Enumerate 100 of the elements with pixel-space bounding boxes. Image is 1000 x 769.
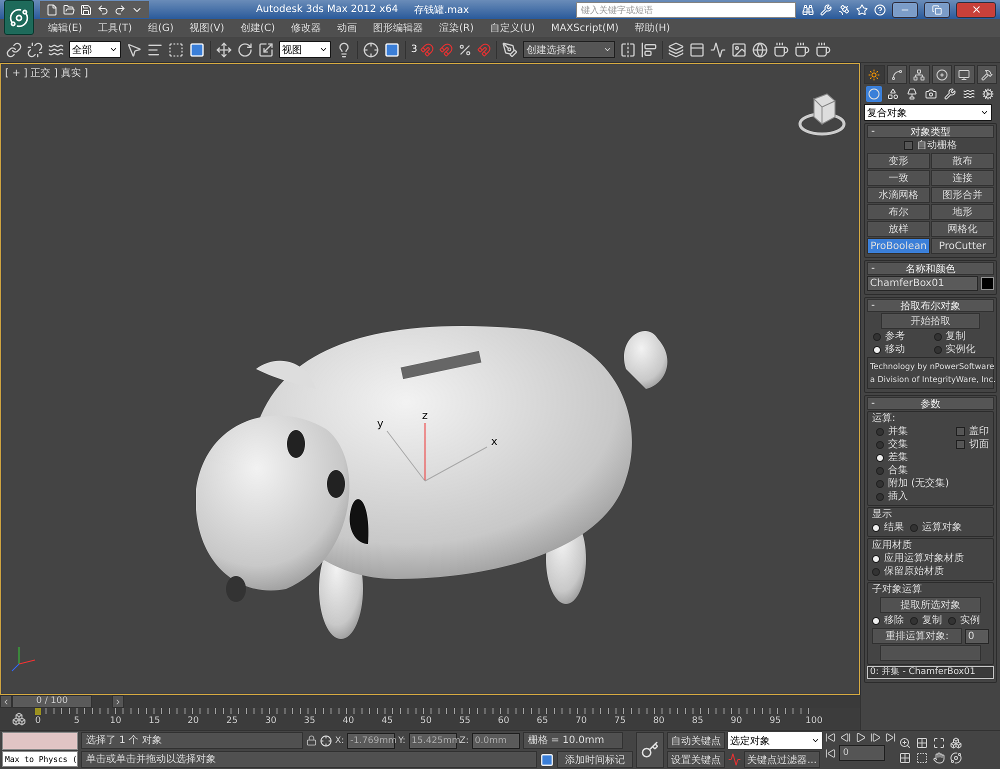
radio-button[interactable]: 保留原始材质	[872, 565, 989, 578]
open-folder-icon[interactable]	[63, 4, 75, 16]
object-type-button[interactable]: 图形合并	[931, 187, 994, 203]
key-mode-dropdown[interactable]: 选定对象	[728, 732, 822, 749]
reorder-spinner-field[interactable]: 0	[965, 628, 989, 644]
move-icon[interactable]	[216, 42, 232, 58]
set-key-button[interactable]	[636, 732, 664, 768]
script-listener-field[interactable]	[2, 732, 78, 750]
menu-item[interactable]: 修改器	[283, 21, 330, 35]
window-icon[interactable]	[689, 42, 706, 58]
collapse-mark[interactable]: -	[868, 263, 878, 274]
save-icon[interactable]	[80, 4, 92, 16]
object-type-button[interactable]: 变形	[867, 153, 930, 169]
unlink-icon[interactable]	[27, 42, 43, 58]
category-dropdown[interactable]: 复合对象	[864, 104, 992, 121]
caret-icon[interactable]	[109, 45, 118, 54]
object-type-button[interactable]: 散布	[931, 153, 994, 169]
named-selection-dropdown[interactable]: 创建选择集	[523, 41, 616, 58]
viewport-label[interactable]: [ + ] 正交 ] 真实 ]	[5, 66, 88, 80]
rollout-header[interactable]: - 拾取布尔对象	[867, 299, 994, 312]
monitor-icon[interactable]	[958, 68, 970, 80]
crosshair-icon[interactable]	[363, 42, 379, 58]
minimize-button[interactable]	[892, 2, 918, 18]
radio-button[interactable]: 移动	[873, 343, 934, 356]
menu-item[interactable]: 帮助(H)	[626, 21, 678, 35]
select-by-name-icon[interactable]	[147, 42, 163, 58]
menu-item[interactable]: 自定义(U)	[482, 21, 543, 35]
radio-button[interactable]: 运算对象	[910, 521, 962, 534]
waves-icon[interactable]	[48, 42, 64, 58]
rollout-header[interactable]: - 对象类型	[867, 125, 994, 138]
zoom-extents-icon[interactable]	[933, 736, 947, 748]
checkbox[interactable]: 自动栅格	[867, 139, 994, 152]
align-icon[interactable]	[641, 42, 658, 58]
radio-button[interactable]: 参考	[873, 330, 934, 343]
layers-icon[interactable]	[668, 42, 684, 58]
current-frame-marker[interactable]	[35, 708, 41, 715]
step-forward-icon[interactable]	[870, 732, 881, 743]
play-icon[interactable]	[855, 732, 866, 743]
close-button[interactable]	[956, 2, 996, 18]
object-type-button[interactable]: 地形	[931, 204, 994, 220]
scale-icon[interactable]	[258, 42, 274, 58]
globe-icon[interactable]	[752, 42, 768, 58]
region-zoom-icon[interactable]	[916, 752, 930, 764]
radio-button[interactable]: 合集	[876, 464, 956, 477]
link-icon[interactable]	[6, 42, 22, 58]
menu-item[interactable]: 视图(V)	[182, 21, 232, 35]
curve-icon[interactable]	[890, 68, 903, 80]
panel-tab[interactable]	[932, 65, 952, 84]
lock-icon[interactable]	[306, 735, 317, 746]
checkbox[interactable]: 盖印	[956, 425, 989, 438]
new-file-icon[interactable]	[46, 4, 58, 16]
menu-item[interactable]: 创建(C)	[232, 21, 284, 35]
step-back-icon[interactable]	[840, 732, 851, 743]
previous-frame-button[interactable]	[0, 695, 12, 708]
object-type-button[interactable]: 连接	[931, 170, 994, 186]
skip-forward-icon[interactable]	[885, 732, 896, 743]
collapse-mark[interactable]: -	[868, 300, 878, 311]
satellite-icon[interactable]	[838, 4, 850, 16]
object-type-button[interactable]: 放样	[867, 221, 930, 237]
restore-button[interactable]	[924, 2, 950, 18]
auto-key-button[interactable]: 自动关键点	[667, 732, 725, 749]
collapse-mark[interactable]: -	[868, 126, 878, 137]
menu-item[interactable]: 图形编辑器	[365, 21, 432, 35]
pen-icon[interactable]	[502, 42, 518, 58]
object-type-button[interactable]: 一致	[867, 170, 930, 186]
menu-item[interactable]: 动画	[329, 21, 366, 35]
checkbox[interactable]: 切面	[956, 438, 989, 451]
menu-item[interactable]: 组(G)	[140, 21, 182, 35]
mirror-icon[interactable]	[620, 42, 636, 58]
object-type-button[interactable]: 网格化	[931, 221, 994, 237]
caret-icon[interactable]	[319, 45, 328, 54]
radio-button[interactable]: 结果	[872, 521, 904, 534]
radio-button[interactable]: 并集	[876, 425, 956, 438]
rotate-icon[interactable]	[237, 42, 253, 58]
redo-icon[interactable]	[114, 4, 126, 16]
zoom-icon[interactable]	[899, 736, 913, 748]
selection-filter-dropdown[interactable]: 全部	[69, 41, 121, 58]
radio-button[interactable]: 交集	[876, 438, 956, 451]
chevron-left-icon[interactable]	[2, 698, 10, 706]
curve-editor-icon[interactable]	[710, 42, 726, 58]
menu-item[interactable]: 工具(T)	[90, 21, 140, 35]
rollout-header[interactable]: - 名称和颜色	[867, 262, 994, 275]
pan-icon[interactable]	[933, 752, 947, 764]
radio-button[interactable]: 应用运算对象材质	[872, 552, 989, 565]
operand-list-item[interactable]: 0: 并集 - ChamferBox01	[867, 666, 994, 679]
radio-button[interactable]: 复制	[910, 614, 942, 627]
caret-icon[interactable]	[980, 108, 989, 117]
undo-icon[interactable]	[97, 4, 109, 16]
radio-button[interactable]: 插入	[876, 490, 956, 503]
start-pick-button[interactable]: 开始拾取	[881, 313, 980, 329]
rectangle-selection-icon[interactable]	[168, 42, 184, 58]
disc-icon[interactable]	[936, 68, 948, 80]
reference-coordinate-dropdown[interactable]: 视图	[279, 41, 331, 58]
binoculars-icon[interactable]	[802, 4, 814, 16]
star-icon[interactable]	[856, 4, 868, 16]
menu-item[interactable]: MAXScript(M)	[542, 22, 627, 34]
panel-tab[interactable]	[886, 65, 907, 84]
add-time-tag-button[interactable]: 添加时间标记	[557, 751, 633, 768]
caret-icon[interactable]	[811, 736, 820, 745]
help-icon[interactable]	[874, 4, 886, 16]
